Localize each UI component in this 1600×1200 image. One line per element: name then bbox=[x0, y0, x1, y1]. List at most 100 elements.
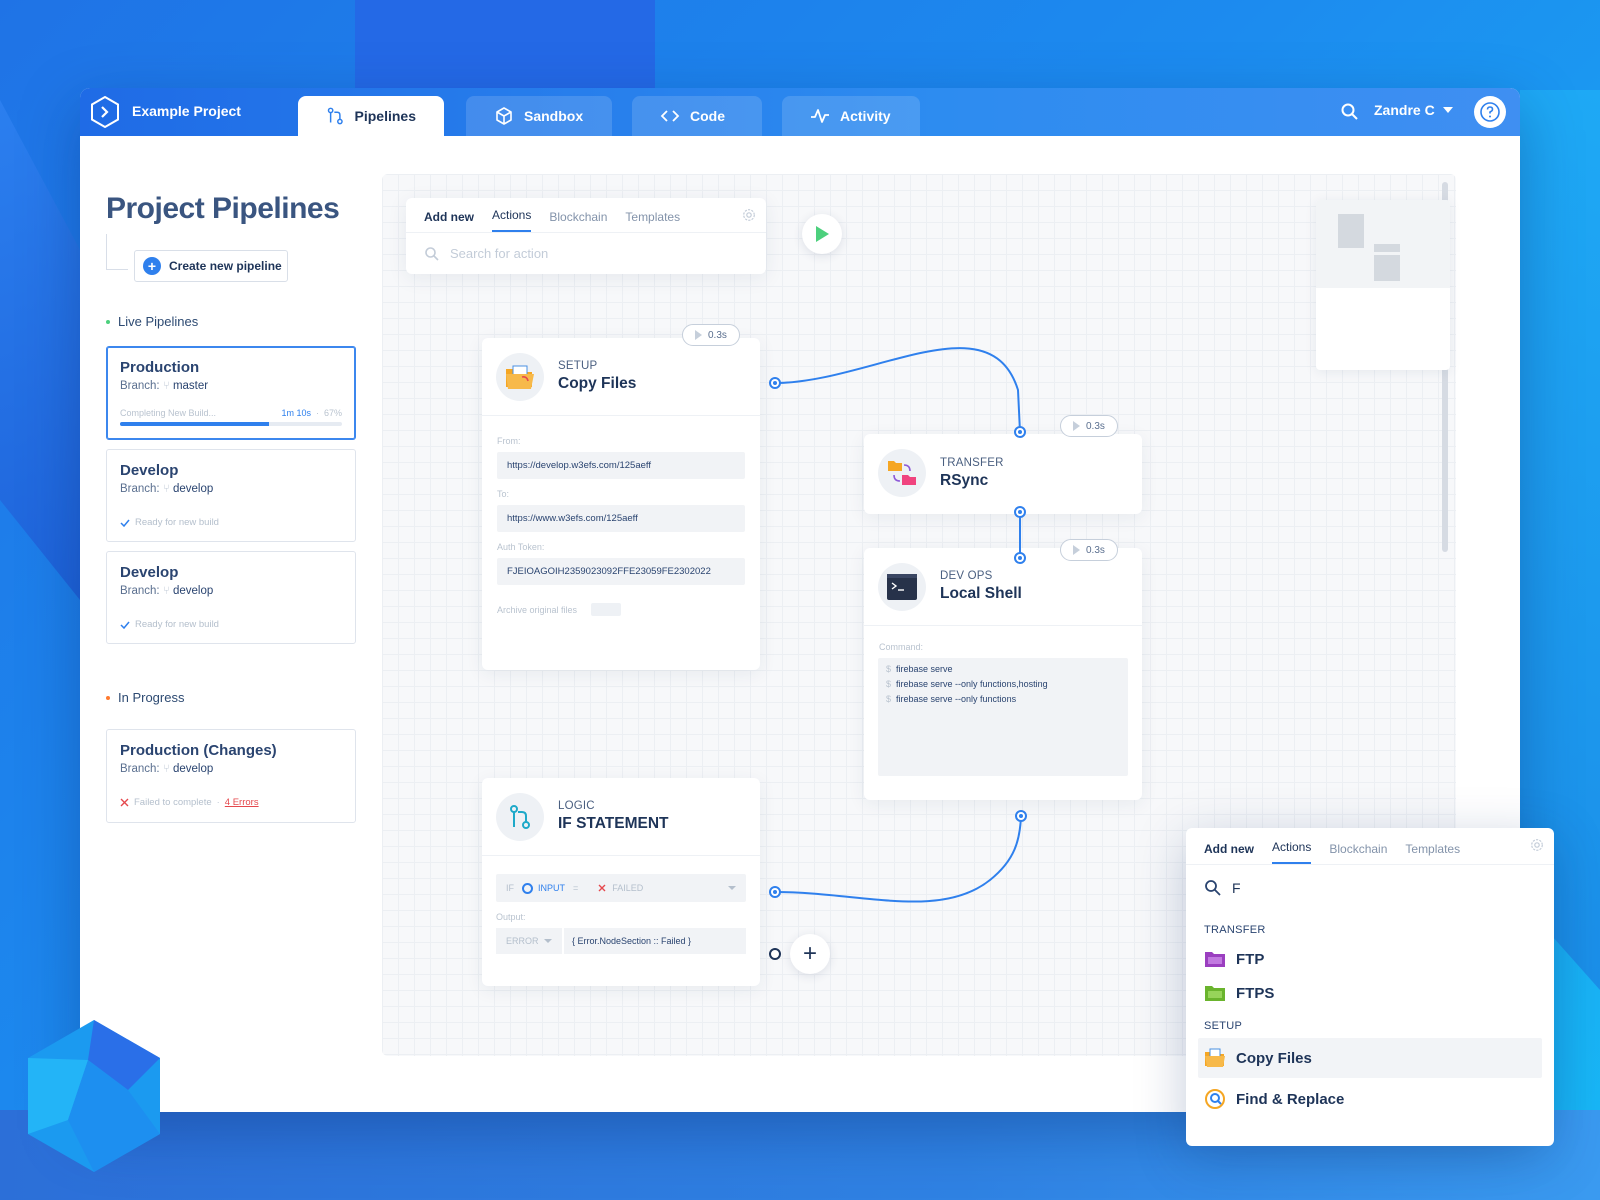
branch-icon: ⑂ bbox=[162, 763, 170, 775]
in-progress-heading: In Progress bbox=[106, 690, 184, 705]
create-pipeline-button[interactable]: + Create new pipeline bbox=[134, 250, 288, 282]
run-pipeline-button[interactable] bbox=[802, 214, 842, 254]
result-item-ftps[interactable]: FTPS bbox=[1186, 976, 1554, 1010]
cube-icon bbox=[496, 107, 512, 125]
gear-icon[interactable] bbox=[1530, 838, 1544, 852]
tab-pipelines[interactable]: Pipelines bbox=[298, 96, 444, 136]
tab-code[interactable]: Code bbox=[632, 96, 762, 136]
input-port[interactable] bbox=[1014, 552, 1026, 564]
command-text: firebase serve --only functions,hosting bbox=[896, 679, 1048, 689]
app-logo-icon[interactable] bbox=[90, 96, 120, 128]
close-icon bbox=[120, 798, 129, 807]
result-item-ftp[interactable]: FTP bbox=[1186, 942, 1554, 976]
result-label: Copy Files bbox=[1236, 1049, 1312, 1067]
search-icon bbox=[1205, 879, 1221, 896]
from-field[interactable]: https://develop.w3efs.com/125aeff bbox=[497, 452, 745, 479]
branch-icon: ⑂ bbox=[162, 585, 170, 597]
toolbox-search[interactable]: Search for action bbox=[406, 232, 766, 274]
errors-link[interactable]: 4 Errors bbox=[225, 797, 259, 808]
pipeline-status: Failed to complete · 4 Errors bbox=[120, 797, 342, 808]
find-replace-icon bbox=[1205, 1089, 1225, 1109]
pipeline-card-production-changes[interactable]: Production (Changes) Branch: ⑂ develop F… bbox=[106, 729, 356, 823]
tab-blockchain[interactable]: Blockchain bbox=[1329, 842, 1387, 864]
condition-row[interactable]: IF INPUT = FAILED bbox=[496, 874, 746, 902]
chevron-down-icon bbox=[1442, 107, 1453, 113]
run-time-badge[interactable]: 0.3s bbox=[1060, 539, 1118, 561]
node-rsync[interactable]: TRANSFER RSync bbox=[864, 434, 1142, 514]
output-port[interactable] bbox=[1015, 810, 1027, 822]
archive-label: Archive original files bbox=[497, 604, 578, 615]
project-name[interactable]: Example Project bbox=[132, 103, 241, 119]
condition-value[interactable]: FAILED bbox=[598, 883, 720, 893]
tab-templates[interactable]: Templates bbox=[1405, 842, 1460, 864]
user-menu[interactable]: Zandre C bbox=[1374, 102, 1453, 118]
result-item-copy-files[interactable]: Copy Files bbox=[1198, 1038, 1542, 1078]
input-port[interactable] bbox=[1014, 426, 1026, 438]
action-search-popup: Add new Actions Blockchain Templates F T… bbox=[1186, 828, 1554, 1146]
chevron-down-icon bbox=[544, 939, 552, 943]
command-editor[interactable]: $ firebase serve $ firebase serve --only f… bbox=[878, 658, 1128, 776]
auth-token-field[interactable]: FJEIOAGOIH2359023092FFE23059FE2302022 bbox=[497, 558, 745, 585]
top-navigation-bar: Example Project Pipelines Sandbox Code A… bbox=[80, 88, 1520, 136]
gear-icon[interactable] bbox=[742, 208, 756, 222]
pipeline-card-develop[interactable]: Develop Branch: ⑂ develop Ready for new … bbox=[106, 449, 356, 542]
node-title: Copy Files bbox=[558, 375, 637, 392]
add-node-button[interactable]: + bbox=[790, 934, 830, 974]
result-item-find-replace[interactable]: Find & Replace bbox=[1186, 1082, 1554, 1116]
archive-option: Archive original files bbox=[497, 603, 745, 616]
git-branch-icon bbox=[496, 792, 544, 841]
run-time-badge[interactable]: 0.3s bbox=[1060, 415, 1118, 437]
archive-toggle[interactable] bbox=[591, 603, 622, 616]
tab-label: Sandbox bbox=[524, 108, 584, 124]
branch-icon: ⑂ bbox=[162, 380, 170, 392]
node-copy-files[interactable]: SETUP Copy Files From: https://develop.w… bbox=[482, 338, 760, 670]
output-port[interactable] bbox=[769, 886, 781, 898]
result-group-label: TRANSFER bbox=[1204, 924, 1266, 936]
to-field[interactable]: https://www.w3efs.com/125aeff bbox=[497, 505, 745, 532]
pipeline-name: Production (Changes) bbox=[120, 742, 277, 759]
chevron-down-icon[interactable] bbox=[728, 886, 736, 890]
search-icon[interactable] bbox=[1340, 102, 1360, 122]
output-port[interactable] bbox=[769, 948, 781, 960]
output-value-field[interactable]: { Error.NodeSection :: Failed } bbox=[564, 928, 746, 954]
tab-sandbox[interactable]: Sandbox bbox=[466, 96, 612, 136]
field-label: From: bbox=[497, 436, 521, 446]
node-header: SETUP Copy Files bbox=[482, 338, 760, 416]
pipeline-card-production[interactable]: Production Branch: ⑂ master Completing N… bbox=[106, 346, 356, 440]
branch-name: develop bbox=[172, 585, 214, 597]
terminal-icon bbox=[878, 562, 926, 611]
pipeline-card-develop[interactable]: Develop Branch: ⑂ develop Ready for new … bbox=[106, 551, 356, 644]
tab-templates[interactable]: Templates bbox=[625, 210, 680, 232]
branch-name: develop bbox=[172, 763, 214, 775]
output-port[interactable] bbox=[1014, 506, 1026, 518]
tab-activity[interactable]: Activity bbox=[782, 96, 920, 136]
input-selector[interactable]: INPUT bbox=[522, 882, 565, 894]
pipeline-status: Ready for new build bbox=[120, 619, 342, 630]
tab-actions[interactable]: Actions bbox=[1272, 840, 1312, 864]
node-category: TRANSFER bbox=[940, 456, 1004, 469]
run-time: 0.3s bbox=[1086, 544, 1105, 556]
result-group-label: SETUP bbox=[1204, 1020, 1243, 1032]
build-progress-fill bbox=[120, 422, 269, 426]
check-icon bbox=[120, 621, 130, 629]
help-icon bbox=[1480, 102, 1500, 122]
popup-search-input[interactable]: F bbox=[1186, 864, 1554, 910]
field-label: To: bbox=[497, 489, 510, 499]
node-local-shell[interactable]: DEV OPS Local Shell Command: $ firebase s… bbox=[864, 548, 1142, 800]
node-header: TRANSFER RSync bbox=[864, 434, 1142, 512]
tab-blockchain[interactable]: Blockchain bbox=[549, 210, 607, 232]
run-time-badge[interactable]: 0.3s bbox=[682, 324, 740, 346]
field-label: Output: bbox=[496, 912, 526, 922]
node-if-statement[interactable]: LOGIC IF STATEMENT IF INPUT = FAILED Out… bbox=[482, 778, 760, 986]
command-text: firebase serve --only functions bbox=[896, 694, 1017, 704]
node-category: DEV OPS bbox=[940, 570, 993, 582]
node-body: From: https://develop.w3efs.com/125aeff … bbox=[482, 416, 760, 628]
search-placeholder: Search for action bbox=[450, 246, 549, 261]
run-time: 0.3s bbox=[1086, 420, 1105, 432]
output-port[interactable] bbox=[769, 377, 781, 389]
tab-actions[interactable]: Actions bbox=[492, 208, 532, 232]
help-button[interactable] bbox=[1474, 96, 1506, 128]
output-type-select[interactable]: ERROR bbox=[496, 928, 562, 954]
minimap[interactable] bbox=[1316, 200, 1450, 370]
tree-connector bbox=[106, 234, 128, 270]
